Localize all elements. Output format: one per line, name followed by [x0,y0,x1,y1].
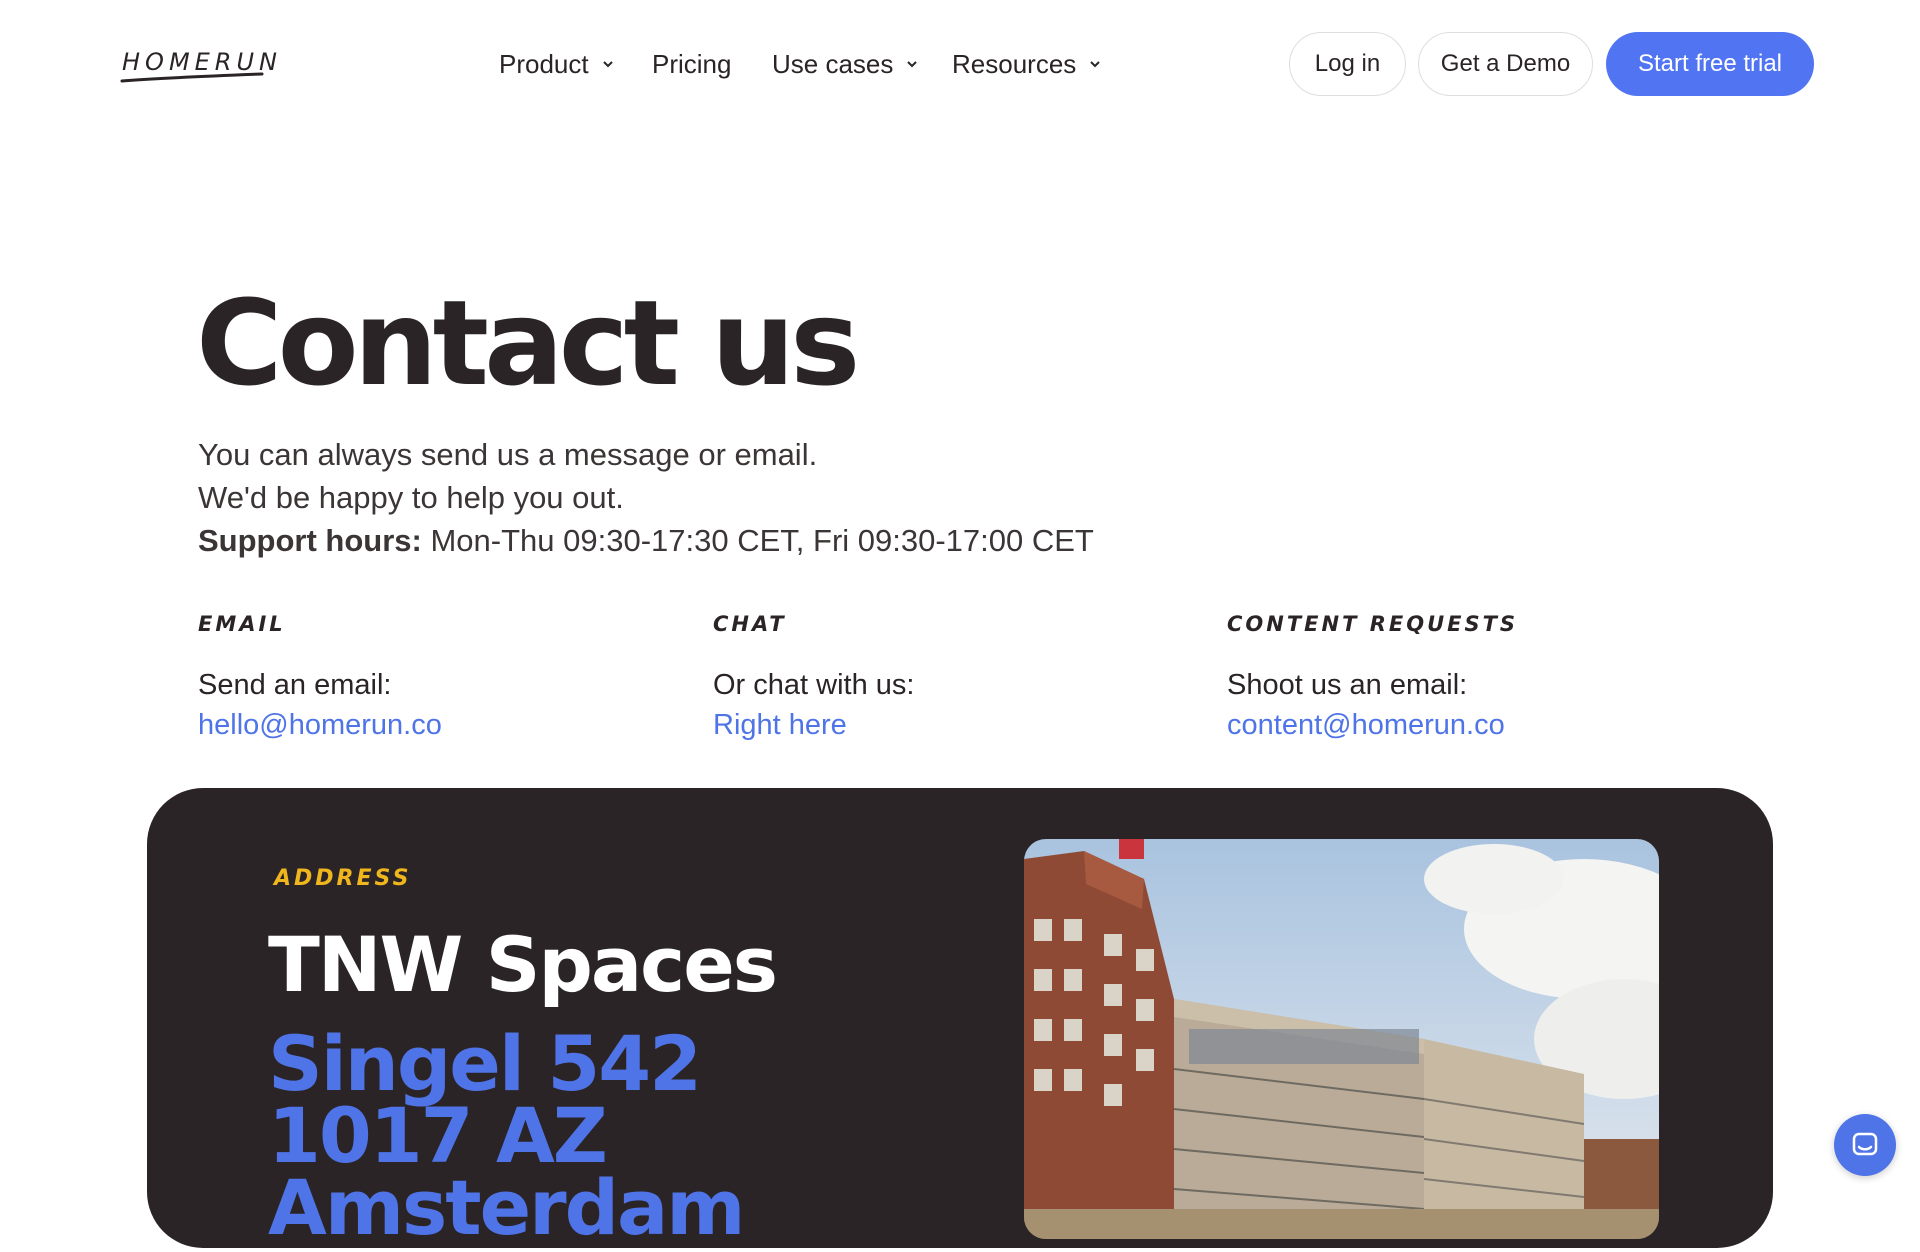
building-illustration [1024,839,1659,1239]
nav-resources-label: Resources [952,48,1077,79]
start-free-trial-button[interactable]: Start free trial [1606,32,1814,96]
nav-pricing-label: Pricing [652,48,732,79]
chat-launcher-button[interactable] [1834,1114,1896,1176]
nav-resources[interactable]: Resources [952,48,1102,80]
nav-use-cases-label: Use cases [772,48,894,79]
contact-email-column: Email Send an email: hello@homerun.co [198,612,658,745]
chat-label: Or chat with us: [713,669,915,701]
nav-product[interactable]: Product [499,48,615,80]
address-kicker: Address [274,866,412,891]
logo-underline [120,72,264,83]
content-requests-link[interactable]: content@homerun.co [1227,705,1505,745]
address-city: Amsterdam [268,1163,745,1252]
content-requests-label: Shoot us an email: [1227,669,1468,701]
chevron-down-icon [907,61,918,68]
address-venue-name: TNW Spaces [268,920,778,1009]
support-hours-label: Support hours: [198,523,422,558]
chat-bubble-icon [1852,1132,1878,1156]
nav-product-label: Product [499,48,589,79]
page-title: Contact us [196,274,860,412]
login-button[interactable]: Log in [1289,32,1406,96]
chat-link[interactable]: Right here [713,705,847,745]
content-requests-heading: Content requests [1227,612,1519,636]
contact-chat-column: Chat Or chat with us: Right here [713,612,1173,745]
address-street: Singel 542 [268,1019,702,1108]
support-hours-value: Mon-Thu 09:30-17:30 CET, Fri 09:30-17:00… [430,523,1094,558]
office-building-photo [1024,839,1659,1239]
email-label: Send an email: [198,669,392,701]
nav-use-cases[interactable]: Use cases [772,48,919,80]
email-heading: Email [198,612,286,636]
intro-text: You can always send us a message or emai… [198,433,1094,562]
email-link[interactable]: hello@homerun.co [198,705,442,745]
intro-line-1: You can always send us a message or emai… [198,437,818,472]
chevron-down-icon [1090,61,1100,68]
get-demo-button[interactable]: Get a Demo [1418,32,1593,96]
support-hours-line: Support hours: Mon-Thu 09:30-17:30 CET, … [198,519,1094,562]
nav-pricing[interactable]: Pricing [652,48,731,80]
chat-heading: Chat [713,612,787,636]
chevron-down-icon [602,61,613,68]
contact-content-column: Content requests Shoot us an email: cont… [1227,612,1687,745]
intro-line-2: We'd be happy to help you out. [198,480,624,515]
address-postcode: 1017 AZ [268,1091,608,1180]
